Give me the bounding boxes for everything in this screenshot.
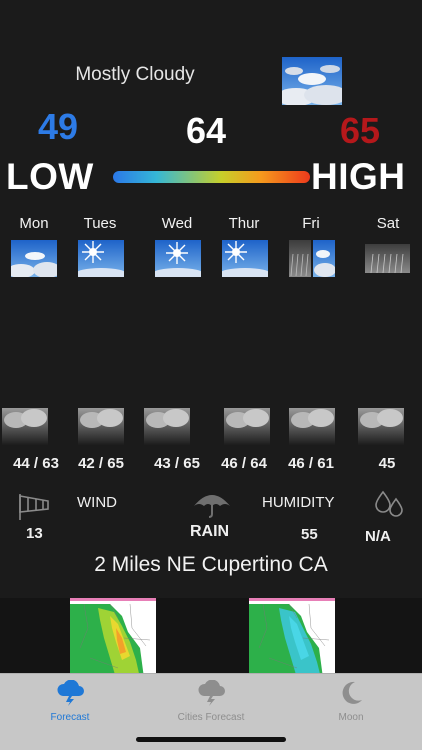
- wind-label: WIND: [77, 494, 117, 511]
- temperature-map[interactable]: [70, 598, 156, 674]
- rain-image[interactable]: [365, 244, 410, 273]
- wind-value: 13: [26, 525, 43, 542]
- high-label: HIGH: [311, 156, 406, 197]
- tab-cities-forecast-label: Cities Forecast: [177, 712, 245, 723]
- tab-moon[interactable]: Moon: [281, 674, 421, 729]
- temp-range-mon: 44 / 63: [13, 455, 59, 472]
- day-label-wed: Wed: [161, 215, 193, 232]
- precipitation-map[interactable]: [249, 598, 335, 674]
- windsock-icon: [19, 494, 49, 520]
- cloud-image: [289, 408, 335, 445]
- location-label: 2 Miles NE Cupertino CA: [94, 553, 328, 576]
- radar-maps-strip: [0, 598, 422, 674]
- sunny-image[interactable]: [222, 240, 268, 277]
- tab-forecast[interactable]: Forecast: [0, 674, 140, 729]
- day-label-mon: Mon: [19, 215, 49, 232]
- partly-cloudy-image[interactable]: [11, 240, 57, 277]
- umbrella-icon: [194, 495, 230, 518]
- rain-label: RAIN: [190, 523, 230, 540]
- cloud-image: [144, 408, 190, 445]
- water-drops-icon: [375, 490, 403, 517]
- sunny-image[interactable]: [155, 240, 201, 277]
- temp-range-fri: 46 / 61: [288, 455, 334, 472]
- day-label-sat: Sat: [376, 215, 400, 232]
- temp-range-wed: 43 / 65: [154, 455, 200, 472]
- tab-cities-forecast[interactable]: Cities Forecast: [141, 674, 281, 729]
- low-temperature: 49: [38, 106, 79, 147]
- condition-text: Mostly Cloudy: [75, 64, 195, 85]
- current-temperature: 64: [186, 110, 227, 151]
- mostly-cloudy-image: [282, 57, 342, 105]
- humidity-value: 55: [301, 526, 318, 543]
- temperature-gradient-bar: [113, 171, 310, 183]
- day-label-fri: Fri: [302, 215, 320, 232]
- tab-forecast-label: Forecast: [50, 712, 90, 723]
- day-label-tues: Tues: [83, 215, 117, 232]
- temp-range-thur: 46 / 64: [221, 455, 267, 472]
- low-label: LOW: [6, 156, 94, 197]
- day-label-thur: Thur: [228, 215, 260, 232]
- cloud-image: [358, 408, 404, 445]
- precip-value: N/A: [365, 528, 391, 545]
- home-indicator: [136, 737, 286, 742]
- rain-and-clouds-image[interactable]: [289, 240, 335, 277]
- storm-cloud-icon: [198, 680, 225, 706]
- temp-range-tues: 42 / 65: [78, 455, 124, 472]
- high-temperature: 65: [340, 110, 381, 151]
- cloud-image: [78, 408, 124, 445]
- sunny-image[interactable]: [78, 240, 124, 277]
- temp-range-sat: 45: [378, 455, 396, 472]
- cloud-image: [224, 408, 270, 445]
- cloud-image: [2, 408, 48, 445]
- storm-cloud-icon: [57, 680, 84, 706]
- moon-icon: [342, 681, 362, 704]
- humidity-label: HUMIDITY: [262, 494, 335, 511]
- tab-moon-label: Moon: [338, 712, 364, 723]
